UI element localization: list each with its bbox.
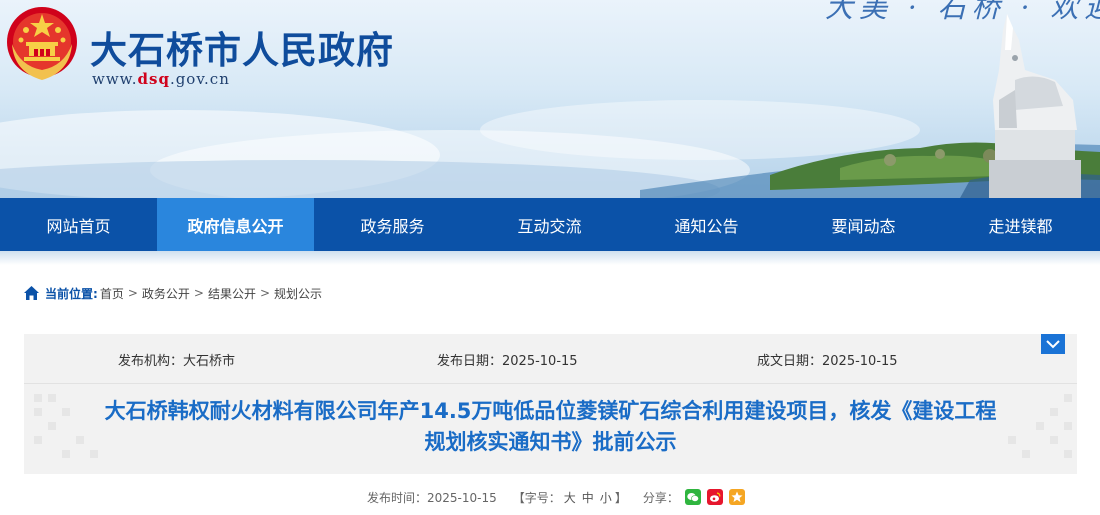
weibo-share-icon[interactable] [706, 489, 723, 505]
nav-item-interaction[interactable]: 互动交流 [471, 198, 628, 251]
nav-item-news[interactable]: 要闻动态 [785, 198, 942, 251]
breadcrumb: 当前位置: 首页 > 政务公开 > 结果公开 > 规划公示 [24, 284, 322, 302]
site-title[interactable]: 大石桥市人民政府 [90, 20, 394, 74]
home-icon [24, 286, 39, 300]
meta-publish-date: 发布日期：2025-10-15 [437, 354, 578, 369]
breadcrumb-gov-open-link[interactable]: 政务公开 [142, 285, 190, 302]
breadcrumb-planning-link[interactable]: 规划公示 [274, 285, 322, 302]
site-header: 大石桥市人民政府 www.dsq.gov.cn 大美 · 石桥 · 欢迎您 [0, 0, 1100, 198]
nav-item-about[interactable]: 走进镁都 [942, 198, 1099, 251]
nav-item-home[interactable]: 网站首页 [0, 198, 157, 251]
font-size-label: 【字号： [512, 490, 561, 505]
qzone-share-icon[interactable] [728, 489, 745, 505]
nav-shadow [0, 251, 1100, 265]
article-meta-box: 发布机构：大石桥市 发布日期：2025-10-15 成文日期：2025-10-1… [24, 334, 1077, 474]
article-title-line-2: 规划核实通知书》批前公示 [424, 430, 677, 454]
breadcrumb-home-link[interactable]: 首页 [100, 285, 124, 302]
statue-landmark-icon [989, 14, 1081, 198]
meta-row: 发布机构：大石桥市 发布日期：2025-10-15 成文日期：2025-10-1… [24, 334, 1077, 384]
main-nav: 网站首页 政府信息公开 政务服务 互动交流 通知公告 要闻动态 走进镁都 [0, 198, 1100, 251]
font-size-large[interactable]: 大 [564, 489, 576, 506]
meta-publisher: 发布机构：大石桥市 [118, 354, 236, 369]
breadcrumb-results-link[interactable]: 结果公开 [208, 285, 256, 302]
breadcrumb-separator: > [259, 286, 271, 300]
meta-created-date: 成文日期：2025-10-15 [757, 354, 898, 369]
expand-meta-button[interactable] [1041, 334, 1065, 354]
national-emblem-icon [7, 7, 77, 80]
breadcrumb-label: 当前位置: [45, 286, 98, 301]
font-size-medium[interactable]: 中 [582, 489, 594, 506]
font-size-small[interactable]: 小 [600, 489, 612, 506]
article-title: 大石桥韩权耐火材料有限公司年产14.5万吨低品位菱镁矿石综合利用建设项目，核发《… [24, 396, 1077, 458]
article-info-line: 发布时间：2025-10-15 【字号： 大 中 小 】 分享： [367, 488, 745, 506]
nav-item-gov-info[interactable]: 政府信息公开 [157, 198, 314, 251]
url-suffix: .gov.cn [169, 70, 230, 88]
publish-time: 发布时间：2025-10-15 [367, 490, 497, 505]
nav-item-services[interactable]: 政务服务 [314, 198, 471, 251]
nav-item-notices[interactable]: 通知公告 [628, 198, 785, 251]
chevron-down-icon [1046, 340, 1060, 349]
breadcrumb-separator: > [127, 286, 138, 300]
breadcrumb-separator: > [193, 286, 204, 300]
wechat-share-icon[interactable] [684, 489, 701, 505]
url-prefix: www. [92, 70, 138, 88]
site-url[interactable]: www.dsq.gov.cn [92, 70, 230, 88]
font-size-close: 】 [614, 490, 627, 505]
share-label: 分享： [642, 490, 679, 505]
url-highlight: dsq [137, 70, 170, 88]
article-title-line-1: 大石桥韩权耐火材料有限公司年产14.5万吨低品位菱镁矿石综合利用建设项目，核发《… [104, 399, 997, 423]
